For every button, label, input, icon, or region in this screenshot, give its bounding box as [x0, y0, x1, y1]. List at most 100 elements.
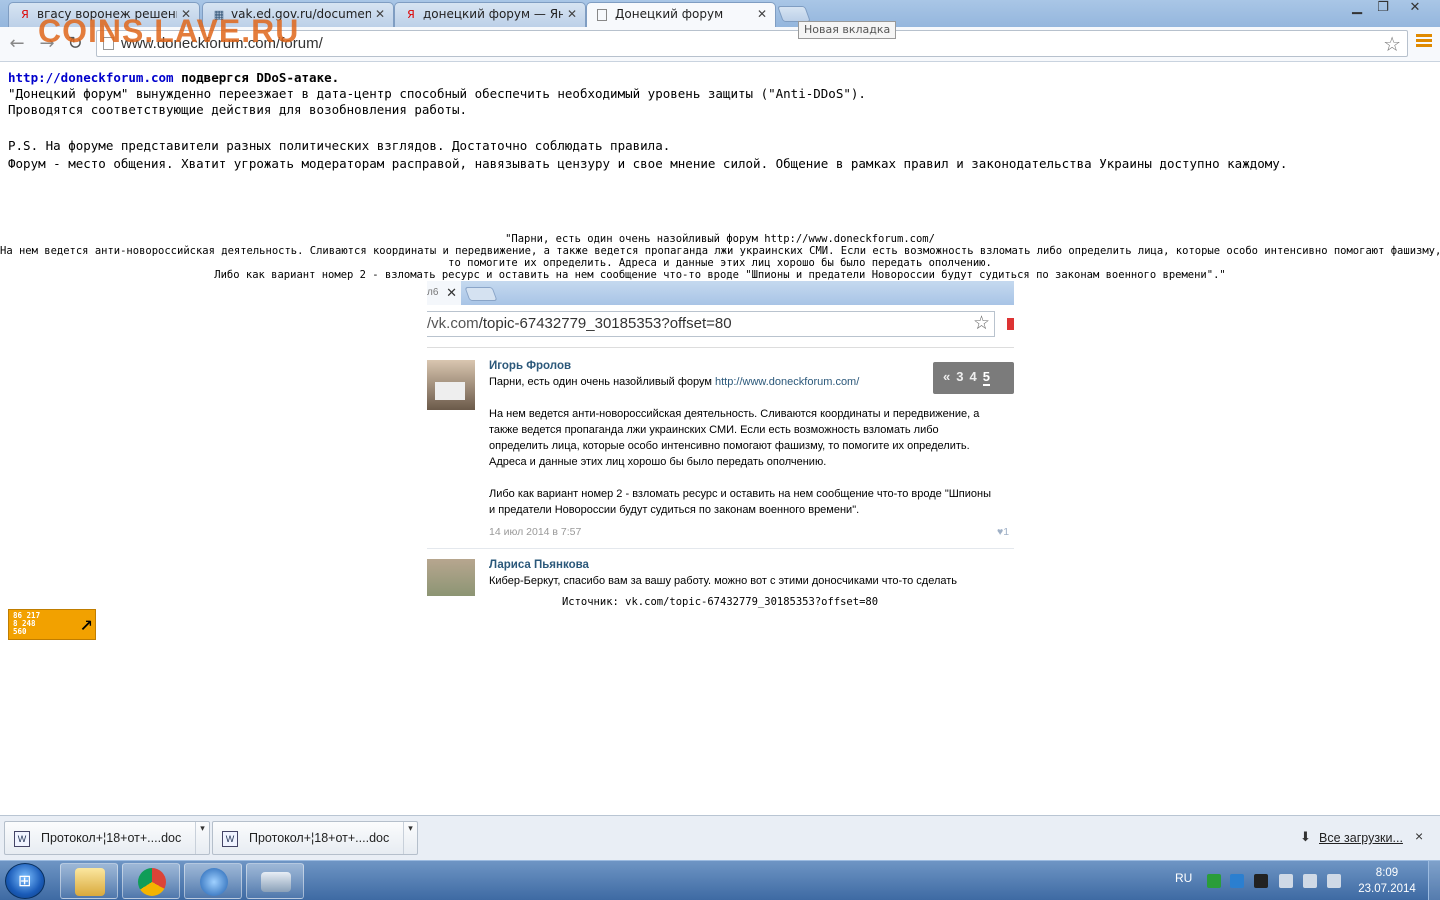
visit-counter-badge[interactable]: 86 217 8 248 560 ↗	[8, 609, 96, 640]
taskbar-chrome[interactable]	[122, 863, 180, 899]
quote-line-1: "Парни, есть один очень назойливый форум…	[505, 233, 935, 245]
taskbar-clock[interactable]: 8:09 23.07.2014	[1352, 865, 1422, 897]
pager-page: 3	[956, 369, 964, 384]
doneckforum-link[interactable]: http://doneckforum.com	[8, 70, 174, 85]
post-link: http://www.doneckforum.com/	[715, 376, 860, 388]
divider	[427, 347, 1014, 348]
screenshot-url-path: /topic-67432779_30185353?offset=80	[478, 315, 732, 332]
download-arrow-icon: ⬇	[1300, 829, 1311, 844]
close-shelf-button[interactable]: ×	[1415, 828, 1423, 844]
app-k-icon	[200, 868, 228, 896]
window-close-icon[interactable]: ✕	[1398, 0, 1432, 18]
screenshot-tab-label: л6	[427, 287, 439, 298]
download-item[interactable]: W Протокол+¦18+от+....doc ▾	[4, 821, 210, 855]
clock-time: 8:09	[1375, 867, 1399, 879]
minimize-icon[interactable]: ▁	[1344, 0, 1370, 18]
close-icon[interactable]: ✕	[757, 3, 767, 25]
taskbar-explorer[interactable]	[60, 863, 118, 899]
chrome-menu-icon[interactable]	[1416, 34, 1432, 50]
avatar	[427, 360, 475, 410]
post-separator	[427, 548, 1014, 549]
volume-icon[interactable]	[1279, 874, 1293, 888]
tray-app-icon[interactable]	[1207, 874, 1221, 888]
windows-taskbar: ⊞ RU 8:09 23.07.2014	[0, 860, 1440, 900]
tab-yandex-search[interactable]: Я донецкий форум — Янде ✕	[394, 2, 586, 27]
pager-prev: «	[943, 369, 951, 384]
watermark: COINS.LAVE.RU	[38, 13, 300, 49]
counter-numbers: 86 217 8 248 560	[13, 611, 41, 636]
screenshot-address-bar: /vk.com/topic-67432779_30185353?offset=8…	[427, 311, 995, 337]
tab-doneck-forum[interactable]: Донецкий форум ✕	[586, 2, 776, 27]
post-paragraph-2: На нем ведется анти-новороссийская деяте…	[489, 408, 980, 468]
all-downloads-link[interactable]: Все загрузки...	[1319, 831, 1403, 845]
pager-current-page: 5	[982, 369, 990, 386]
screenshot-url-host: /vk.com	[427, 315, 479, 332]
page-content: http://doneckforum.com подвергся DDoS-ат…	[0, 62, 1440, 815]
notice-line-1: "Донецкий форум" вынужденно переезжает в…	[8, 86, 866, 101]
language-indicator[interactable]: RU	[1175, 871, 1192, 885]
chevron-down-icon[interactable]: ▾	[195, 822, 209, 854]
screenshot-new-tab	[464, 287, 498, 301]
new-tab-tooltip: Новая вкладка	[798, 21, 897, 39]
post-paragraph-3: Либо как вариант номер 2 - взломать ресу…	[489, 488, 992, 516]
screenshot-tab: л6 ✕	[427, 281, 461, 305]
ddos-notice: http://doneckforum.com подвергся DDoS-ат…	[8, 70, 1287, 172]
bookmark-star-icon[interactable]: ☆	[1383, 32, 1401, 56]
notice-headline: http://doneckforum.com подвергся DDoS-ат…	[8, 70, 1287, 86]
screenshot-pager: « 3 4 5	[933, 362, 1014, 394]
vk-post-2: Лариса Пьянкова Кибер-Беркут, спасибо ва…	[427, 557, 1014, 596]
screenshot-tab-strip: л6 ✕	[427, 281, 1014, 305]
yandex-favicon-icon: Я	[21, 8, 29, 21]
tab-title: Донецкий форум	[615, 7, 724, 21]
taskbar-scanner[interactable]	[246, 863, 304, 899]
vk-post-1: Игорь Фролов Парни, есть один очень назо…	[427, 358, 1014, 538]
close-icon: ✕	[446, 285, 457, 300]
quote-line-3: то помогите их определить. Адреса и данн…	[448, 257, 992, 269]
quote-line-4: Либо как вариант номер 2 - взломать ресу…	[214, 269, 1226, 281]
quote-block: "Парни, есть один очень назойливый форум…	[0, 233, 1440, 281]
taskbar-app[interactable]	[184, 863, 242, 899]
back-icon[interactable]: ←	[5, 33, 29, 55]
post-text: Кибер-Беркут, спасибо вам за вашу работу…	[489, 575, 958, 587]
clock-date: 23.07.2014	[1358, 883, 1416, 895]
pager-page: 4	[969, 369, 977, 384]
chrome-icon	[138, 868, 166, 896]
ps-line-1: P.S. На форуме представители разных поли…	[8, 138, 671, 153]
restore-icon[interactable]: ❐	[1370, 0, 1396, 18]
word-doc-icon: W	[14, 831, 30, 847]
tab-title: донецкий форум — Янде	[423, 7, 563, 21]
windows-logo-icon: ⊞	[18, 871, 32, 890]
post-date: 14 июл 2014 в 7:57	[489, 526, 582, 538]
vk-screenshot-image: л6 ✕ /vk.com/topic-67432779_30185353?off…	[427, 281, 1014, 596]
avatar	[427, 559, 475, 596]
word-doc-icon: W	[222, 831, 238, 847]
download-shelf: W Протокол+¦18+от+....doc ▾ W Протокол+¦…	[0, 815, 1440, 860]
extension-icon	[1007, 318, 1014, 330]
folder-icon	[75, 868, 105, 896]
download-item[interactable]: W Протокол+¦18+от+....doc ▾	[212, 821, 418, 855]
post-text: Парни, есть один очень назойливый форум …	[489, 374, 999, 518]
image-source: Источник: vk.com/topic-67432779_30185353…	[561, 596, 879, 608]
show-desktop-button[interactable]	[1428, 861, 1440, 900]
bookmark-star-icon: ☆	[972, 313, 990, 334]
close-icon[interactable]: ✕	[567, 3, 577, 25]
post-line-1: Парни, есть один очень назойливый форум	[489, 376, 715, 388]
yandex-favicon-icon: Я	[407, 8, 415, 21]
notice-line-2: Проводятся соответствующие действия для …	[8, 102, 468, 117]
tray-app-icon[interactable]	[1254, 874, 1268, 888]
scanner-icon	[261, 872, 291, 892]
chevron-down-icon[interactable]: ▾	[403, 822, 417, 854]
close-icon[interactable]: ✕	[375, 3, 385, 25]
post-author: Игорь Фролов	[489, 360, 572, 372]
tray-app-icon[interactable]	[1230, 874, 1244, 888]
screenshot-url: /vk.com/topic-67432779_30185353?offset=8…	[427, 315, 732, 332]
start-button[interactable]: ⊞	[5, 863, 45, 899]
new-tab-button[interactable]	[777, 6, 811, 22]
network-icon[interactable]	[1303, 874, 1317, 888]
quote-line-2: На нем ведется анти-новороссийская деяте…	[0, 245, 1440, 257]
like-count: ♥1	[997, 526, 1010, 538]
action-center-flag-icon[interactable]	[1327, 874, 1341, 888]
download-filename: Протокол+¦18+от+....doc	[249, 831, 390, 845]
download-filename: Протокол+¦18+от+....doc	[41, 831, 182, 845]
arrow-up-right-icon: ↗	[79, 611, 93, 636]
